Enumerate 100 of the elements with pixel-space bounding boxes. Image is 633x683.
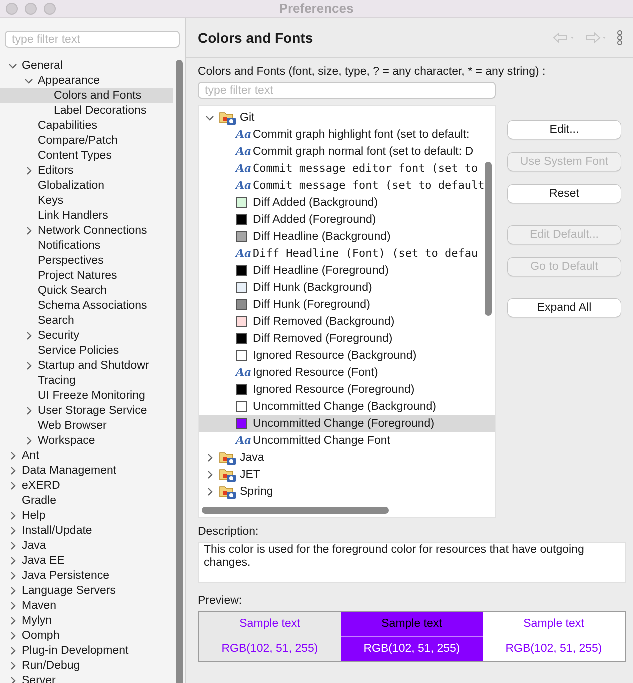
tree-item[interactable]: Link Handlers: [0, 208, 173, 223]
tree-item[interactable]: Ignored Resource (Background): [199, 347, 495, 364]
tree-item[interactable]: Startup and Shutdowr: [0, 358, 173, 373]
action-button[interactable]: Reset: [508, 185, 621, 203]
rgb-value: RGB(102, 51, 255): [504, 642, 604, 657]
tree-item[interactable]: Diff Removed (Foreground): [199, 330, 495, 347]
tree-item[interactable]: Keys: [0, 193, 173, 208]
tree-item[interactable]: Globalization: [0, 178, 173, 193]
tree-item[interactable]: Colors and Fonts: [0, 88, 173, 103]
folder-icon: [219, 484, 237, 500]
sample-text: Sample text: [522, 617, 586, 632]
chevron-right-icon[interactable]: [24, 226, 34, 236]
rgb-value: RGB(102, 51, 255): [362, 642, 462, 657]
filter-label: Colors and Fonts (font, size, type, ? = any character, * = any string) :: [198, 66, 547, 78]
tree-item[interactable]: eXERD: [0, 478, 173, 493]
tree-item[interactable]: Install/Update: [0, 523, 173, 538]
tree-item[interactable]: Aa Commit graph highlight font (set to default:: [199, 126, 495, 143]
tree-item[interactable]: Diff Hunk (Foreground): [199, 296, 495, 313]
tree-item[interactable]: JET: [199, 466, 495, 483]
tree-item[interactable]: Language Servers: [0, 583, 173, 598]
font-icon: Aa: [236, 434, 253, 447]
menu-icon[interactable]: [617, 30, 623, 46]
tree-item[interactable]: Aa Uncommitted Change Font: [199, 432, 495, 449]
tree-item[interactable]: Java Persistence: [0, 568, 173, 583]
chevron-right-icon[interactable]: [24, 166, 34, 176]
font-icon: Aa: [236, 162, 253, 175]
tree-item[interactable]: Spring: [199, 483, 495, 500]
tree-item[interactable]: Security: [0, 328, 173, 343]
tree-item[interactable]: Project Natures: [0, 268, 173, 283]
tree-item[interactable]: Aa Commit message font (set to default: [199, 177, 495, 194]
tree-item[interactable]: Aa Commit graph normal font (set to default: D: [199, 143, 495, 160]
tree-item[interactable]: Uncommitted Change (Background): [199, 398, 495, 415]
tree-item[interactable]: Git: [199, 109, 495, 126]
tree-item[interactable]: Oomph: [0, 628, 173, 643]
tree-item[interactable]: Appearance: [0, 73, 173, 88]
tree-item[interactable]: Maven: [0, 598, 173, 613]
tree-item[interactable]: Run/Debug: [0, 658, 173, 673]
tree-item[interactable]: Service Policies: [0, 343, 173, 358]
chevron-right-icon[interactable]: [24, 406, 34, 416]
tree-item[interactable]: Aa Commit message editor font (set to: [199, 160, 495, 177]
folder-icon: [219, 466, 237, 482]
tree-item[interactable]: Aa Ignored Resource (Font): [199, 364, 495, 381]
tree-item[interactable]: Diff Added (Background): [199, 194, 495, 211]
tree-item[interactable]: Workspace: [0, 433, 173, 448]
tree-item[interactable]: Aa Diff Headline (Font) (set to defau: [199, 245, 495, 262]
action-button[interactable]: Edit...: [508, 121, 621, 139]
page-title: Colors and Fonts: [198, 30, 314, 46]
tree-item[interactable]: Mylyn: [0, 613, 173, 628]
filter-field[interactable]: type filter text: [5, 31, 180, 48]
font-icon: Aa: [236, 247, 253, 260]
folder-icon: [219, 450, 237, 466]
chevron-right-icon[interactable]: [24, 360, 34, 370]
tree-item[interactable]: Quick Search: [0, 283, 173, 298]
preview-label: Preview:: [198, 595, 244, 607]
tree-item[interactable]: User Storage Service: [0, 403, 173, 418]
tree-item[interactable]: Ignored Resource (Foreground): [199, 381, 495, 398]
tree-item[interactable]: Capabilities: [0, 118, 173, 133]
tree-item[interactable]: Java: [199, 449, 495, 466]
scrollbar-thumb[interactable]: [485, 162, 492, 316]
window-title: Preferences: [279, 1, 354, 16]
action-button[interactable]: Expand All: [508, 299, 621, 317]
tree-item[interactable]: Java EE: [0, 553, 173, 568]
description-text: This color is used for the foreground color for resources that have outgoing changes.: [198, 542, 626, 583]
tree-item[interactable]: Editors: [0, 163, 173, 178]
tree-item[interactable]: Diff Hunk (Background): [199, 279, 495, 296]
scrollbar-thumb[interactable]: [176, 60, 183, 683]
description-label: Description:: [198, 526, 260, 538]
tree-item[interactable]: Tracing: [0, 373, 173, 388]
sample-text: Sample text: [238, 617, 302, 632]
rgb-value: RGB(102, 51, 255): [220, 642, 320, 657]
tree-item[interactable]: Notifications: [0, 238, 173, 253]
tree-item[interactable]: Help: [0, 508, 173, 523]
filter-field[interactable]: type filter text: [198, 82, 496, 99]
tree-item[interactable]: Diff Headline (Background): [199, 228, 495, 245]
tree-item[interactable]: Uncommitted Change (Foreground): [199, 415, 495, 432]
scrollbar-thumb[interactable]: [202, 507, 389, 514]
tree-item[interactable]: Label Decorations: [0, 103, 173, 118]
tree-item[interactable]: Ant: [0, 448, 173, 463]
tree-item[interactable]: Schema Associations: [0, 298, 173, 313]
tree-item[interactable]: Perspectives: [0, 253, 173, 268]
tree-item[interactable]: Content Types: [0, 148, 173, 163]
tree-item[interactable]: Diff Added (Foreground): [199, 211, 495, 228]
tree-item[interactable]: UI Freeze Monitoring: [0, 388, 173, 403]
chevron-right-icon[interactable]: [24, 330, 34, 340]
font-icon: Aa: [236, 366, 253, 379]
tree-item[interactable]: Search: [0, 313, 173, 328]
tree-item[interactable]: Gradle: [0, 493, 173, 508]
tree-item[interactable]: Web Browser: [0, 418, 173, 433]
tree-item[interactable]: General: [0, 58, 173, 73]
folder-icon: [219, 110, 237, 126]
tree-item[interactable]: Diff Headline (Foreground): [199, 262, 495, 279]
font-icon: Aa: [236, 128, 253, 141]
tree-item[interactable]: Plug-in Development: [0, 643, 173, 658]
tree-item[interactable]: Network Connections: [0, 223, 173, 238]
tree-item[interactable]: Java: [0, 538, 173, 553]
tree-item[interactable]: Diff Removed (Background): [199, 313, 495, 330]
tree-item[interactable]: Data Management: [0, 463, 173, 478]
font-icon: Aa: [236, 145, 253, 158]
sample-text: Sample text: [380, 617, 444, 632]
tree-item[interactable]: Compare/Patch: [0, 133, 173, 148]
